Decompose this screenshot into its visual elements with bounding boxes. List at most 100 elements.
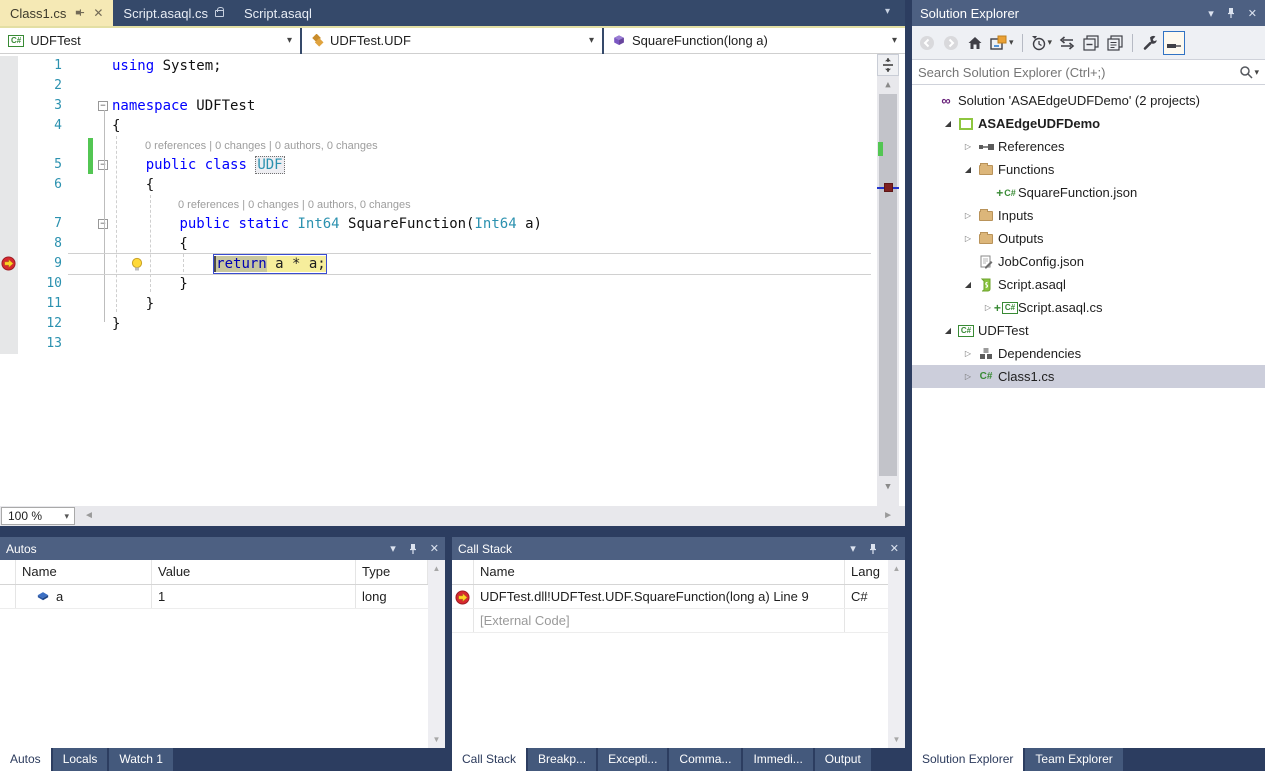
scroll-right-icon[interactable]: ► <box>883 510 893 521</box>
tree-item-references[interactable]: ▷References <box>912 135 1265 158</box>
close-icon[interactable]: ✕ <box>430 542 439 555</box>
scroll-left-icon[interactable]: ◄ <box>84 510 94 521</box>
doc-tab-script-asaql[interactable]: Script.asaql <box>234 0 322 26</box>
scroll-up-icon[interactable]: ▲ <box>428 564 445 573</box>
breakpoint-margin[interactable] <box>0 96 18 116</box>
preview-selected-items-toggle[interactable] <box>1163 31 1185 55</box>
outline-margin[interactable]: − <box>68 214 112 234</box>
editor-vertical-scrollbar[interactable]: ▲ ▼ <box>877 54 899 506</box>
scroll-down-icon[interactable]: ▼ <box>877 482 899 492</box>
pin-icon[interactable] <box>1226 7 1236 19</box>
breakpoint-margin[interactable] <box>0 294 18 314</box>
tool-tab-comma-[interactable]: Comma... <box>669 748 741 771</box>
breakpoint-margin[interactable] <box>0 274 18 294</box>
tool-tab-breakp-[interactable]: Breakp... <box>528 748 596 771</box>
tool-tab-team-explorer[interactable]: Team Explorer <box>1025 748 1122 771</box>
outline-margin[interactable] <box>68 334 112 354</box>
breakpoint-margin[interactable] <box>0 136 18 155</box>
tool-tab-autos[interactable]: Autos <box>0 748 51 771</box>
tool-tab-output[interactable]: Output <box>815 748 871 771</box>
window-position-icon[interactable]: ▾ <box>390 542 396 555</box>
outline-margin[interactable] <box>68 136 112 155</box>
collapsed-arrow-icon[interactable]: ▷ <box>960 349 976 358</box>
tool-tab-excepti-[interactable]: Excepti... <box>598 748 667 771</box>
tool-tab-immedi-[interactable]: Immedi... <box>743 748 812 771</box>
breakpoint-margin[interactable] <box>0 214 18 234</box>
outline-margin[interactable] <box>68 116 112 136</box>
scroll-up-icon[interactable]: ▲ <box>888 564 905 573</box>
breakpoint-margin[interactable] <box>0 116 18 136</box>
codelens-indicator[interactable]: 0 references | 0 changes | 0 authors, 0 … <box>112 140 378 152</box>
doc-tab-class1-cs[interactable]: Class1.cs✕ <box>0 0 113 26</box>
window-position-icon[interactable]: ▾ <box>850 542 856 555</box>
show-all-files-button[interactable] <box>1104 31 1126 55</box>
outline-margin[interactable] <box>68 175 112 195</box>
collapse-region-toggle[interactable]: − <box>98 101 108 111</box>
search-input[interactable] <box>918 65 1239 80</box>
outline-margin[interactable] <box>68 195 112 214</box>
collapsed-arrow-icon[interactable]: ▷ <box>960 234 976 243</box>
breakpoint-margin[interactable] <box>0 234 18 254</box>
back-button[interactable] <box>916 31 938 55</box>
codelens-indicator[interactable]: 0 references | 0 changes | 0 authors, 0 … <box>112 199 411 211</box>
tree-item-asaedgeudfdemo[interactable]: ◢ASAEdgeUDFDemo <box>912 112 1265 135</box>
close-icon[interactable]: ✕ <box>890 542 899 555</box>
outline-margin[interactable]: − <box>68 155 112 175</box>
autos-cell-value[interactable]: 1 <box>152 585 356 608</box>
editor-zoom-dropdown[interactable]: 100 % ▾ <box>1 507 75 525</box>
doc-tab-script-asaql-cs[interactable]: Script.asaql.cs <box>113 0 234 26</box>
close-icon[interactable]: ✕ <box>1248 7 1257 20</box>
collapse-region-toggle[interactable]: − <box>98 219 108 229</box>
tree-item-jobconfig-json[interactable]: JobConfig.json <box>912 250 1265 273</box>
callstack-scrollbar[interactable]: ▲ ▼ <box>888 560 905 748</box>
callstack-frame[interactable]: [External Code] <box>452 609 905 633</box>
collapsed-arrow-icon[interactable]: ▷ <box>960 142 976 151</box>
column-header-value[interactable]: Value <box>152 560 356 584</box>
search-icon[interactable] <box>1239 65 1253 79</box>
expanded-arrow-icon[interactable]: ◢ <box>960 165 976 174</box>
tree-item-script-asaql-cs[interactable]: ▷+C#Script.asaql.cs <box>912 296 1265 319</box>
breakpoint-margin[interactable] <box>0 195 18 214</box>
breakpoint-margin[interactable] <box>0 334 18 354</box>
outline-margin[interactable] <box>68 234 112 254</box>
sync-with-active-document-button[interactable] <box>1056 31 1078 55</box>
outline-margin[interactable] <box>68 274 112 294</box>
breakpoint-margin[interactable] <box>0 254 18 274</box>
close-icon[interactable]: ✕ <box>93 6 103 20</box>
member-dropdown[interactable]: SquareFunction(long a) ▾ <box>604 28 905 54</box>
breakpoint-margin[interactable] <box>0 155 18 175</box>
tree-item-script-asaql[interactable]: ◢Script.asaql <box>912 273 1265 296</box>
column-header-type[interactable]: Type <box>356 560 428 584</box>
column-header-name[interactable]: Name <box>16 560 152 584</box>
tree-item-udftest[interactable]: ◢C#UDFTest <box>912 319 1265 342</box>
tree-item-outputs[interactable]: ▷Outputs <box>912 227 1265 250</box>
tree-item-class1-cs[interactable]: ▷C#Class1.cs <box>912 365 1265 388</box>
tool-tab-call-stack[interactable]: Call Stack <box>452 748 526 771</box>
autos-scrollbar[interactable]: ▲ ▼ <box>428 560 445 748</box>
outline-margin[interactable]: − <box>68 96 112 116</box>
outline-margin[interactable] <box>68 294 112 314</box>
tree-item-dependencies[interactable]: ▷Dependencies <box>912 342 1265 365</box>
outline-margin[interactable] <box>68 76 112 96</box>
breakpoint-margin[interactable] <box>0 175 18 195</box>
expanded-arrow-icon[interactable]: ◢ <box>960 280 976 289</box>
outline-margin[interactable] <box>68 56 112 76</box>
split-editor-handle[interactable] <box>877 54 899 76</box>
breakpoint-margin[interactable] <box>0 76 18 96</box>
outline-margin[interactable] <box>68 314 112 334</box>
type-dropdown[interactable]: UDFTest.UDF ▾ <box>302 28 602 54</box>
breakpoint-margin[interactable] <box>0 56 18 76</box>
scroll-up-icon[interactable]: ▲ <box>877 80 899 90</box>
scroll-down-icon[interactable]: ▼ <box>888 735 905 744</box>
properties-button[interactable] <box>1139 31 1161 55</box>
callstack-frame[interactable]: UDFTest.dll!UDFTest.UDF.SquareFunction(l… <box>452 585 905 609</box>
tree-item-functions[interactable]: ◢Functions <box>912 158 1265 181</box>
column-header-name[interactable]: Name <box>474 560 845 584</box>
pending-changes-filter-button[interactable]: ▾ <box>1029 31 1055 55</box>
pin-icon[interactable] <box>868 543 878 555</box>
expanded-arrow-icon[interactable]: ◢ <box>940 119 956 128</box>
tree-item-squarefunction-json[interactable]: +C#SquareFunction.json <box>912 181 1265 204</box>
outline-margin[interactable] <box>68 254 112 274</box>
tool-tab-locals[interactable]: Locals <box>53 748 108 771</box>
collapsed-arrow-icon[interactable]: ▷ <box>960 211 976 220</box>
